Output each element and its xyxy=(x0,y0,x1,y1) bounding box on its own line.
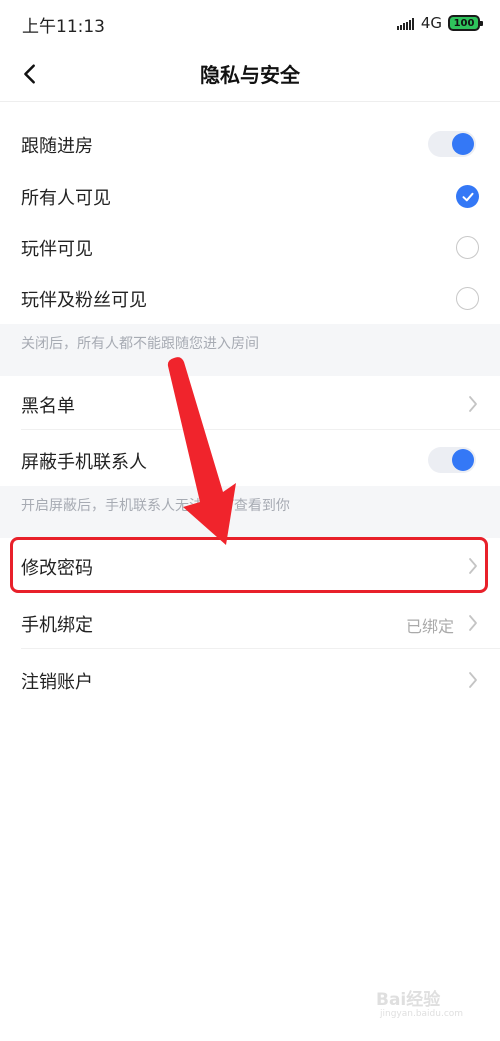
watermark-url: jingyan.baidu.com xyxy=(380,1009,464,1019)
phone-binding-status: 已绑定 xyxy=(405,617,454,636)
phone-binding-row[interactable]: 手机绑定 已绑定 xyxy=(0,597,500,649)
privacy-security-screen: 上午11:13 4G 100 隐私与安全 跟随进房 所有人可见 玩伴可见 玩伴及… xyxy=(0,0,500,1041)
checkmark-icon xyxy=(462,192,473,201)
follow-room-toggle[interactable] xyxy=(428,131,476,157)
nav-bar: 隐私与安全 xyxy=(0,46,500,102)
row-divider xyxy=(21,648,500,649)
page-title: 隐私与安全 xyxy=(200,63,300,87)
row-divider xyxy=(21,429,500,430)
visibility-option-label: 玩伴及粉丝可见 xyxy=(21,290,147,311)
status-indicators: 4G 100 xyxy=(396,12,483,34)
watermark-logo-text: Bai经验 xyxy=(376,990,441,1010)
blacklist-label: 黑名单 xyxy=(21,396,75,417)
phone-binding-label: 手机绑定 xyxy=(21,615,93,636)
chevron-right-icon xyxy=(469,615,477,631)
radio-checked-icon[interactable] xyxy=(456,185,479,208)
toggle-knob xyxy=(452,449,474,471)
block-contacts-label: 屏蔽手机联系人 xyxy=(21,452,147,473)
network-type: 4G xyxy=(420,14,442,32)
follow-room-label: 跟随进房 xyxy=(21,136,93,157)
annotation-arrow-icon xyxy=(167,357,236,545)
visibility-option-friends[interactable]: 玩伴可见 xyxy=(0,221,500,273)
delete-account-label: 注销账户 xyxy=(21,672,93,693)
visibility-option-everyone[interactable]: 所有人可见 xyxy=(0,170,500,222)
follow-room-row: 跟随进房 xyxy=(0,118,500,170)
visibility-option-label: 所有人可见 xyxy=(21,188,111,209)
chevron-right-icon xyxy=(469,672,477,688)
toggle-knob xyxy=(452,133,474,155)
visibility-option-label: 玩伴可见 xyxy=(21,239,93,260)
block-contacts-toggle[interactable] xyxy=(428,447,476,473)
status-bar: 上午11:13 4G 100 xyxy=(0,0,500,46)
radio-unchecked-icon[interactable] xyxy=(456,287,479,310)
watermark-logo: Bai经验 jingyan.baidu.com xyxy=(376,985,486,1027)
delete-account-row[interactable]: 注销账户 xyxy=(0,654,500,706)
signal-icon xyxy=(396,16,415,30)
chevron-right-icon xyxy=(469,396,477,412)
visibility-option-friends-fans[interactable]: 玩伴及粉丝可见 xyxy=(0,272,500,324)
status-time: 上午11:13 xyxy=(22,17,105,37)
radio-unchecked-icon[interactable] xyxy=(456,236,479,259)
battery-icon: 100 xyxy=(448,15,483,31)
